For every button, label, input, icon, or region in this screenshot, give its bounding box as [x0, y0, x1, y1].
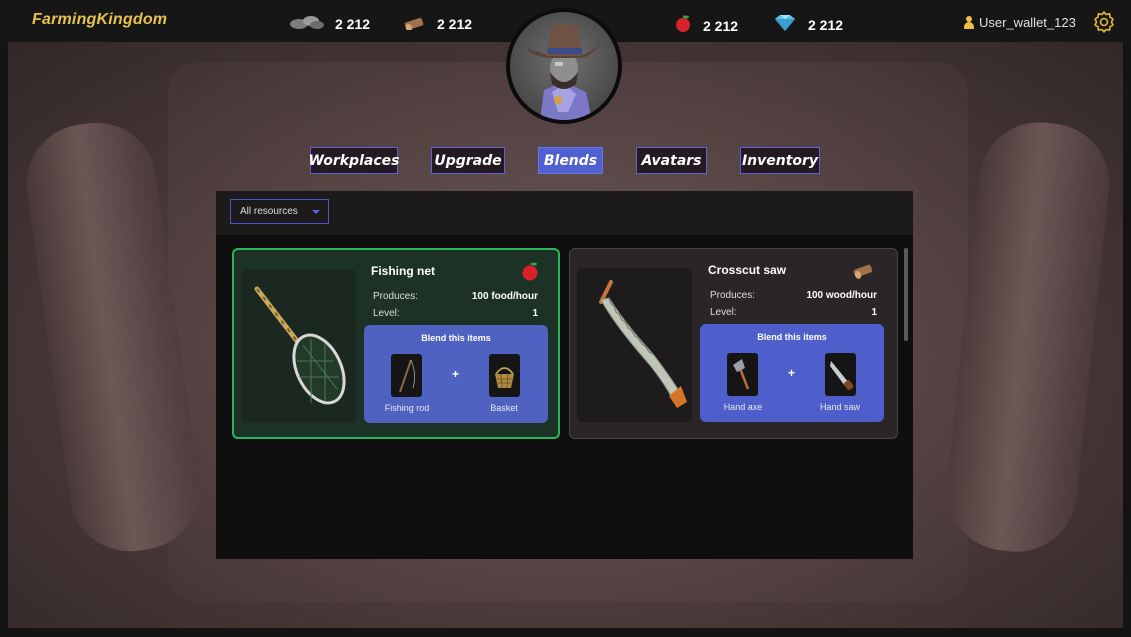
fishing-net-image: [241, 269, 356, 423]
ingredient-slot-fishing-rod[interactable]: [391, 354, 422, 397]
level-label: Level:: [373, 308, 400, 319]
user-account[interactable]: User_wallet_123: [963, 15, 1076, 30]
card-title: Fishing net: [371, 264, 435, 278]
player-avatar[interactable]: [506, 8, 622, 124]
produces-value: 100 food/hour: [471, 291, 538, 302]
user-wallet-label: User_wallet_123: [979, 15, 1076, 30]
resource-stone: 2 212: [289, 14, 370, 33]
crosscut-saw-image: [577, 268, 692, 422]
blend-recipe-box: Blend this items + Fishing rod Basket: [364, 325, 548, 423]
scrollbar-thumb[interactable]: [904, 248, 908, 341]
tab-avatars[interactable]: Avatars: [636, 147, 707, 174]
tab-inventory[interactable]: Inventory: [740, 147, 820, 174]
blend-recipe-box: Blend this items + Hand axe Hand saw: [700, 324, 884, 422]
resource-diamond: 2 212: [772, 14, 843, 35]
resource-wood: 2 212: [403, 14, 472, 33]
produces-label: Produces:: [373, 291, 419, 302]
blend-card-fishing-net[interactable]: Fishing net Produces: 100 food/hour Leve…: [232, 248, 560, 439]
ingredient-label-fishing-rod: Fishing rod: [384, 403, 430, 413]
wood-icon: [851, 261, 877, 284]
level-value: 1: [871, 307, 877, 318]
resource-filter-value: All resources: [240, 206, 298, 217]
panel-header: All resources: [216, 191, 913, 235]
produces-value: 100 wood/hour: [806, 290, 877, 301]
blend-title: Blend this items: [421, 333, 491, 343]
settings-gear-icon[interactable]: [1092, 10, 1116, 34]
level-label: Level:: [710, 307, 737, 318]
stone-icon: [289, 14, 325, 33]
plus-sign: +: [788, 366, 796, 380]
chevron-down-icon: [312, 210, 320, 214]
app-logo[interactable]: FarmingKingdom: [32, 11, 167, 29]
blend-card-crosscut-saw[interactable]: Crosscut saw Produces: 100 wood/hour Lev…: [569, 248, 898, 439]
ingredient-slot-basket[interactable]: [489, 354, 520, 397]
ingredient-label-hand-saw: Hand saw: [819, 402, 861, 412]
ingredient-label-hand-axe: Hand axe: [723, 402, 763, 412]
resource-food: 2 212: [673, 14, 738, 37]
wood-icon: [403, 14, 427, 33]
user-icon: [963, 16, 975, 29]
resource-filter-dropdown[interactable]: All resources: [230, 199, 329, 224]
tab-blends[interactable]: Blends: [538, 147, 603, 174]
apple-icon: [673, 14, 693, 37]
blend-title: Blend this items: [757, 332, 827, 342]
produces-label: Produces:: [710, 290, 756, 301]
ingredient-slot-hand-saw[interactable]: [825, 353, 856, 396]
card-title: Crosscut saw: [708, 263, 787, 277]
diamond-icon: [772, 14, 798, 35]
blends-panel: All resources Fishing net Produces: 100 …: [216, 191, 913, 559]
resource-diamond-value: 2 212: [808, 16, 844, 33]
apple-icon: [520, 260, 540, 287]
tab-workplaces[interactable]: Workplaces: [309, 147, 399, 174]
tab-upgrade[interactable]: Upgrade: [431, 147, 505, 174]
resource-stone-value: 2 212: [335, 15, 371, 32]
ingredient-label-basket: Basket: [490, 403, 518, 413]
level-value: 1: [532, 308, 538, 319]
resource-wood-value: 2 212: [437, 15, 473, 32]
plus-sign: +: [452, 367, 460, 381]
ingredient-slot-hand-axe[interactable]: [727, 353, 758, 396]
resource-food-value: 2 212: [703, 17, 739, 34]
